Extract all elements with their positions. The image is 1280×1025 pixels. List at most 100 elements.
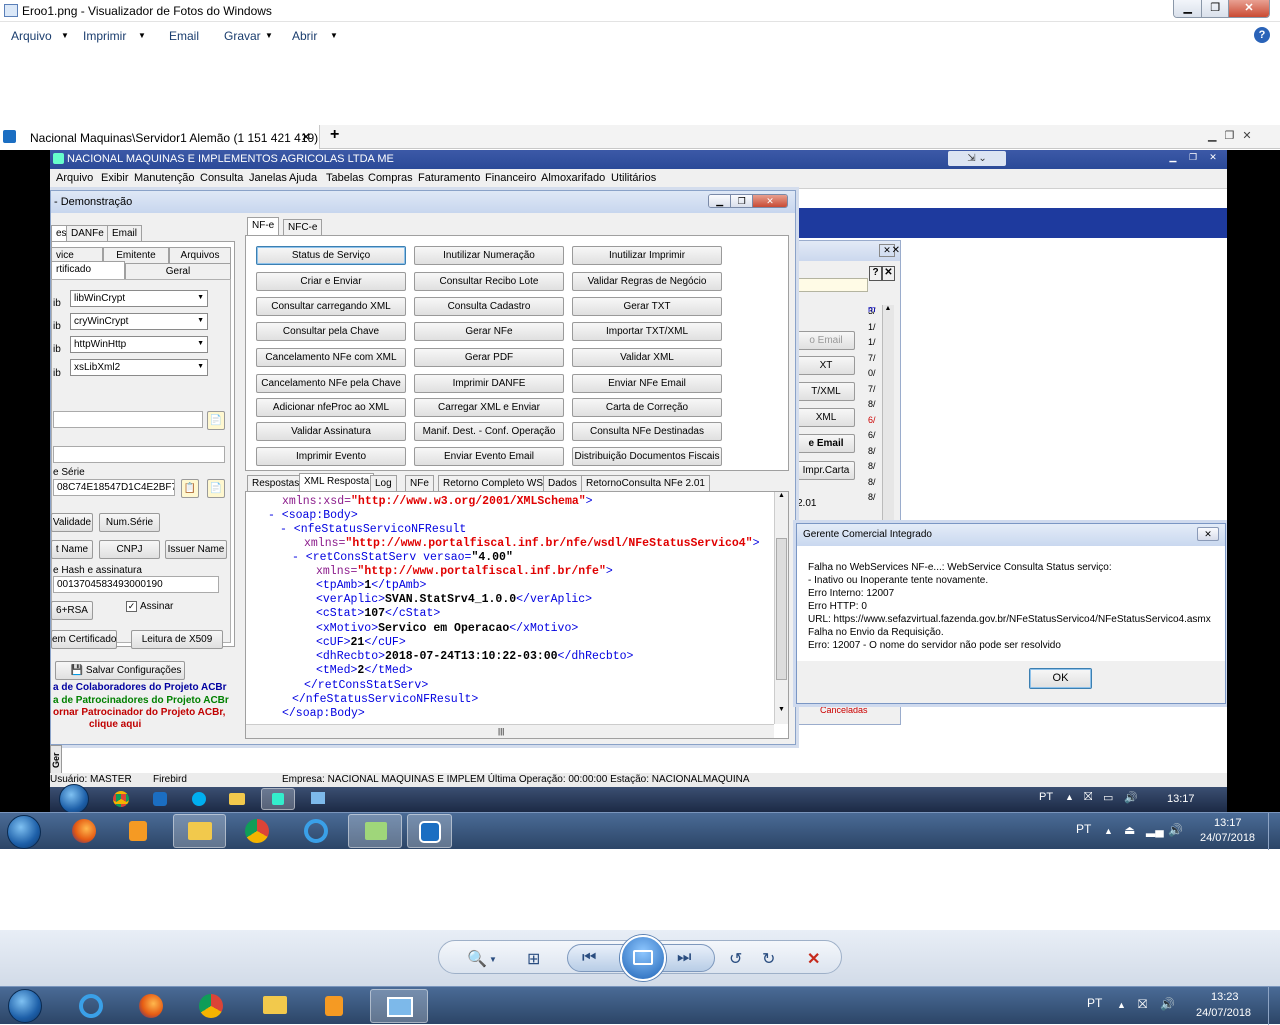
file-explorer-icon[interactable] [250, 989, 300, 1023]
teamviewer-tab[interactable]: Nacional Maquinas\Servidor1 Alemão (1 15… [0, 125, 320, 149]
action-button-imprimir-evento[interactable]: Imprimir Evento [256, 447, 406, 466]
menu-compras[interactable]: Compras [368, 172, 413, 184]
action-button-consultar-carregando-xml[interactable]: Consultar carregando XML [256, 297, 406, 316]
menu-imprimir[interactable]: Imprimir [83, 29, 126, 43]
assinar-checkbox[interactable]: ✓ [126, 601, 137, 612]
tab-certificado[interactable]: rtificado [51, 261, 125, 279]
tray-language[interactable]: PT [1076, 822, 1091, 836]
folder-icon[interactable] [222, 788, 252, 810]
remote-tray-language[interactable]: PT [1039, 791, 1053, 803]
ok-button[interactable]: OK [1029, 668, 1092, 689]
scroll-up-icon[interactable]: ▲ [883, 305, 893, 315]
volume-icon[interactable]: 🔊 [1124, 791, 1138, 804]
show-desktop-button[interactable] [1268, 813, 1280, 850]
menu-tabelas[interactable]: Tabelas [326, 172, 364, 184]
internet-explorer-icon[interactable] [70, 989, 110, 1023]
teamviewer-remote-panel[interactable]: ⇲ ⌄ [948, 151, 1006, 166]
tab-respostas[interactable]: Respostas [247, 475, 305, 491]
behind-button-txt-xml[interactable]: T/XML [797, 382, 855, 401]
ssl-lib-combo[interactable]: libWinCrypt [70, 290, 208, 307]
xml-vertical-scrollbar[interactable]: ▲ ▼ [774, 492, 788, 724]
signal-icon[interactable]: ▂▄ [1146, 823, 1164, 837]
chevron-down-icon[interactable]: ▼ [61, 31, 69, 40]
behind-button-txt[interactable]: XT [797, 356, 855, 375]
action-button-carregar-xml-e-enviar[interactable]: Carregar XML e Enviar [414, 398, 564, 417]
xmlsign-lib-combo[interactable]: xsLibXml2 [70, 359, 208, 376]
maximize-button[interactable]: ❐ [730, 195, 752, 207]
subject-name-button[interactable]: t Name [51, 540, 93, 559]
action-button-consultar-pela-chave[interactable]: Consultar pela Chave [256, 322, 406, 341]
add-tab-icon[interactable]: + [330, 126, 339, 144]
tab-email[interactable]: Email [107, 225, 143, 241]
serie-input[interactable]: 08C74E18547D1C4E2BF7FB [53, 479, 175, 496]
behind-link-canceladas[interactable]: Canceladas [820, 705, 880, 717]
close-button[interactable]: ✕ [1197, 527, 1219, 541]
tray-expand-icon[interactable]: ▲ [1104, 826, 1113, 836]
action-button-status-de-servi-o[interactable]: Status de Serviço [256, 246, 406, 265]
action-button-distribui-o-documentos-fiscais[interactable]: Distribuição Documentos Fiscais [572, 447, 722, 466]
zoom-icon[interactable]: 🔍 [467, 949, 487, 969]
firefox-icon[interactable] [63, 814, 103, 848]
restore-button[interactable]: ❐ [1183, 152, 1203, 165]
close-button[interactable]: ✕ [751, 195, 787, 207]
salvar-configuracoes-button[interactable]: 💾 Salvar Configurações [55, 661, 185, 680]
menu-gravar[interactable]: Gravar [224, 29, 261, 43]
minimize-button[interactable]: ▁ [1163, 152, 1183, 165]
action-button-validar-regras-de-neg-cio[interactable]: Validar Regras de Negócio [572, 272, 722, 291]
tray-language[interactable]: PT [1087, 996, 1102, 1010]
action-button-imprimir-danfe[interactable]: Imprimir DANFE [414, 374, 564, 393]
delete-icon[interactable]: ✕ [807, 949, 820, 969]
behind-close-icon[interactable]: ✕ [850, 245, 900, 263]
browse-cert-icon[interactable]: 📄 [207, 479, 225, 498]
num-serie-button[interactable]: Num.Série [99, 513, 160, 532]
close-button[interactable]: ✕ [1242, 129, 1251, 145]
behind-button-impr-carta[interactable]: Impr.Carta [797, 461, 855, 480]
action-button-consulta-cadastro[interactable]: Consulta Cadastro [414, 297, 564, 316]
action-button-consulta-nfe-destinadas[interactable]: Consulta NFe Destinadas [572, 422, 722, 441]
maximize-button[interactable]: ❐ [1224, 129, 1234, 145]
close-button[interactable]: ✕ [882, 266, 895, 281]
menu-utilitarios[interactable]: Utilitários [611, 172, 656, 184]
next-icon[interactable]: ⏭ [677, 949, 691, 967]
teamviewer-task-icon[interactable] [407, 814, 452, 848]
scroll-grip-icon[interactable]: ||| [498, 727, 504, 736]
tab-dados[interactable]: Dados [543, 475, 582, 491]
xml-response-view[interactable]: xmlns:xsd="http://www.w3.org/2001/XMLSch… [245, 491, 789, 739]
leitura-x509-button[interactable]: Leitura de X509 [131, 630, 223, 649]
tab-retorno-consulta[interactable]: RetornoConsulta NFe 2.01 [581, 475, 710, 491]
tab-arquivos[interactable]: Arquivos [169, 247, 231, 263]
action-button-inutilizar-numera-o[interactable]: Inutilizar Numeração [414, 246, 564, 265]
chevron-down-icon[interactable]: ▼ [138, 31, 146, 40]
action-button-cancelamento-nfe-com-xml[interactable]: Cancelamento NFe com XML [256, 348, 406, 367]
cert-password-input[interactable] [53, 446, 225, 463]
hash-input[interactable]: 0013704583493000190 [53, 576, 219, 593]
maximize-button[interactable]: ❐ [1201, 0, 1228, 17]
usb-icon[interactable]: ⏏ [1124, 823, 1135, 837]
photo-viewer-task-icon[interactable] [370, 989, 428, 1023]
slideshow-button[interactable] [620, 935, 666, 981]
scroll-up-icon[interactable]: ▲ [775, 492, 788, 506]
action-button-gerar-txt[interactable]: Gerar TXT [572, 297, 722, 316]
windows-start-icon[interactable] [8, 989, 42, 1023]
behind-button-xml[interactable]: XML [797, 408, 855, 427]
action-button-enviar-evento-email[interactable]: Enviar Evento Email [414, 447, 564, 466]
chrome-icon[interactable] [237, 814, 277, 848]
rotate-right-icon[interactable]: ↻ [762, 949, 775, 969]
menu-faturamento[interactable]: Faturamento [418, 172, 480, 184]
photo-viewer-task-icon[interactable] [348, 814, 402, 848]
action-button-validar-assinatura[interactable]: Validar Assinatura [256, 422, 406, 441]
fit-window-icon[interactable]: ⊞ [527, 949, 540, 969]
tray-time[interactable]: 13:17 [1214, 817, 1242, 829]
action-button-importar-txt-xml[interactable]: Importar TXT/XML [572, 322, 722, 341]
windows-start-icon[interactable] [59, 784, 89, 814]
menu-arquivo[interactable]: Arquivo [11, 29, 52, 43]
menu-ajuda[interactable]: Ajuda [289, 172, 317, 184]
windows-start-icon[interactable] [7, 815, 41, 849]
show-desktop-button[interactable] [1268, 987, 1280, 1025]
scroll-thumb[interactable] [776, 538, 787, 680]
teamviewer-task-icon[interactable] [145, 788, 175, 810]
app-task-icon[interactable] [261, 788, 295, 810]
sha-rsa-button[interactable]: 6+RSA [51, 601, 93, 620]
action-button-enviar-nfe-email[interactable]: Enviar NFe Email [572, 374, 722, 393]
media-player-icon[interactable] [118, 814, 158, 848]
